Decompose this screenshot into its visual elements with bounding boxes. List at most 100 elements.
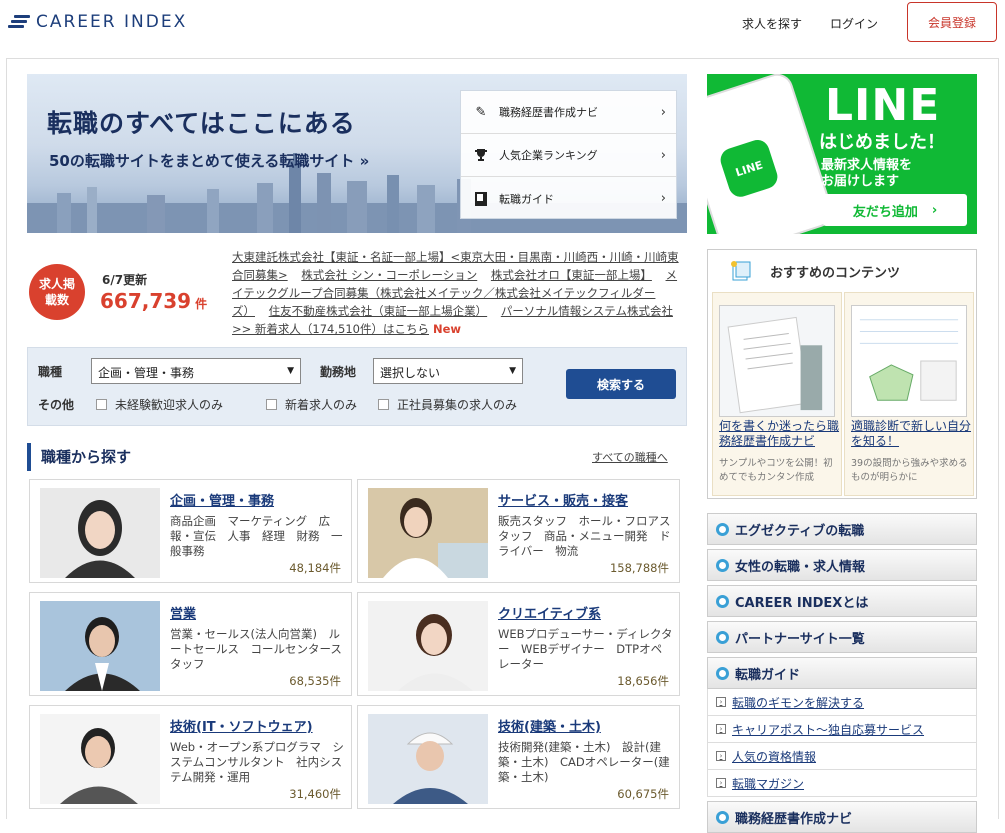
resume-image [719, 305, 835, 417]
line-add-friend-button[interactable]: 友だち追加 › [823, 194, 967, 226]
guide-sub-label: 転職マガジン [732, 776, 805, 791]
side-menu-label: 女性の転職・求人情報 [735, 559, 866, 575]
job-card-count: 158,788件 [609, 561, 669, 575]
bullet-icon [716, 558, 729, 572]
hero-menu-ranking[interactable]: 人気企業ランキング › [461, 134, 676, 177]
company-link[interactable]: 株式会社 シン・コーポレーション [301, 268, 477, 282]
logo-text: CAREER INDEX [36, 12, 188, 32]
badge-label: 求人掲載数 [39, 277, 76, 307]
nav-find-jobs[interactable]: 求人を探す [742, 15, 802, 32]
all-job-types-link[interactable]: すべての職種へ [592, 449, 668, 465]
hero-menu-resume-navi[interactable]: ✎ 職務経歴書作成ナビ › [461, 91, 676, 134]
line-subtext: 最新求人情報を お届けします [821, 158, 912, 190]
job-card-title[interactable]: クリエイティブ系 [498, 603, 601, 622]
hero-title: 転職のすべてはここにある [47, 109, 356, 138]
location-select[interactable]: 選択しない ▼ [373, 358, 523, 384]
hero-menu-guide[interactable]: 転職ガイド › [461, 177, 676, 220]
job-photo [40, 488, 160, 578]
job-card[interactable]: 営業 営業・セールス(法人向営業) ルートセールス コールセンタースタッフ 68… [29, 592, 352, 696]
side-menu-guide[interactable]: 転職ガイド [707, 657, 977, 689]
job-card[interactable]: 企画・管理・事務 商品企画 マーケティング 広報・宣伝 人事 経理 財務 一般事… [29, 479, 352, 583]
checkbox[interactable] [266, 399, 277, 410]
job-card[interactable]: 技術(建築・土木) 技術開発(建築・土木) 設計(建築・土木) CADオペレータ… [357, 705, 680, 809]
hero-menu: ✎ 職務経歴書作成ナビ › 人気企業ランキング › 転職ガイド › [460, 90, 677, 219]
side-menu-partners[interactable]: パートナーサイト一覧 [707, 621, 977, 653]
job-card-desc: 商品企画 マーケティング 広報・宣伝 人事 経理 財務 一般事務 [170, 514, 343, 558]
nav-login[interactable]: ログイン [830, 15, 878, 32]
checkbox-inexperienced[interactable]: 未経験歓迎求人のみ [96, 396, 223, 413]
logo[interactable]: CAREER INDEX [8, 12, 187, 32]
recommended-title: おすすめのコンテンツ [770, 265, 901, 281]
checkbox[interactable] [378, 399, 389, 410]
side-menu-about[interactable]: CAREER INDEXとは [707, 585, 977, 617]
guide-sub-link[interactable]: › 転職マガジン [707, 770, 977, 797]
line-subtext-2: お届けします [821, 174, 900, 189]
arrow-box-icon: › [716, 751, 726, 761]
job-photo [40, 714, 160, 804]
recommend-title[interactable]: 何を書くか迷ったら職務経歴書作成ナビ [719, 419, 839, 449]
hero-menu-label: 人気企業ランキング [499, 149, 598, 162]
search-button[interactable]: 検索する [566, 369, 676, 399]
checkbox-fulltime[interactable]: 正社員募集の求人のみ [378, 396, 517, 413]
line-subtext-1: 最新求人情報を [821, 158, 913, 173]
job-photo [40, 601, 160, 691]
job-card-count: 48,184件 [289, 561, 341, 575]
chevron-right-icon: › [931, 202, 938, 218]
count-value: 667,739 [100, 289, 192, 313]
bullet-icon [716, 522, 729, 536]
job-card-count: 31,460件 [289, 787, 341, 801]
guide-sub-link[interactable]: › 人気の資格情報 [707, 743, 977, 770]
job-type-select[interactable]: 企画・管理・事務 ▼ [91, 358, 301, 384]
arrow-box-icon: › [716, 697, 726, 707]
company-link[interactable]: 株式会社オロ【東証一部上場】 [491, 268, 652, 282]
bullet-icon [716, 666, 729, 680]
guide-sub-label: 転職のギモンを解決する [732, 695, 865, 710]
job-type-value: 企画・管理・事務 [98, 366, 195, 380]
hero-subtitle-link[interactable]: 50の転職サイトをまとめて使える転職サイト » [49, 150, 369, 171]
recommend-card[interactable]: 適職診断で新しい自分を知る！ 39の設問から強みや求めるものが明らかに [844, 292, 974, 496]
dropdown-arrow-icon: ▼ [287, 366, 294, 376]
listing-count: 667,739 件 [100, 289, 207, 313]
checkbox-new-only[interactable]: 新着求人のみ [266, 396, 357, 413]
new-jobs-link[interactable]: >> 新着求人（174,510件）はこちら [232, 322, 429, 336]
dropdown-arrow-icon: ▼ [509, 366, 516, 376]
line-banner[interactable]: LINE LINE はじめました！ 最新求人情報を お届けします 友だち追加 › [707, 74, 977, 234]
chevron-right-icon: › [660, 147, 666, 163]
bullet-icon [716, 630, 729, 644]
job-card[interactable]: クリエイティブ系 WEBプロデューサー・ディレクター WEBデザイナー DTPオ… [357, 592, 680, 696]
job-card[interactable]: サービス・販売・接客 販売スタッフ ホール・フロアスタッフ 商品・メニュー開発 … [357, 479, 680, 583]
bullet-icon [716, 594, 729, 608]
job-card-title[interactable]: 企画・管理・事務 [170, 490, 274, 509]
recommend-card[interactable]: 何を書くか迷ったら職務経歴書作成ナビ サンプルやコツを公開！初めてでもカンタン作… [712, 292, 842, 496]
new-badge: New [432, 322, 462, 336]
company-link[interactable]: 住友不動産株式会社（東証一部上場企業） [269, 304, 488, 318]
job-card-title[interactable]: 技術(IT・ソフトウェア) [170, 716, 313, 735]
logo-icon [8, 15, 30, 29]
job-card-title[interactable]: 営業 [170, 603, 196, 622]
arrow-box-icon: › [716, 724, 726, 734]
job-card[interactable]: 技術(IT・ソフトウェア) Web・オープン系プログラマ システムコンサルタント… [29, 705, 352, 809]
line-button-label: 友だち追加 [852, 204, 918, 220]
job-card-title[interactable]: サービス・販売・接客 [498, 490, 628, 509]
recommend-desc: サンプルやコツを公開！初めてでもカンタン作成 [719, 458, 833, 483]
recommend-title[interactable]: 適職診断で新しい自分を知る！ [851, 419, 971, 449]
side-menu-resume-navi[interactable]: 職務経歴書作成ナビ [707, 801, 977, 833]
guide-sub-link[interactable]: › 転職のギモンを解決する [707, 689, 977, 716]
job-card-count: 60,675件 [617, 787, 669, 801]
recommend-desc: 39の設問から強みや求めるものが明らかに [851, 458, 968, 483]
checkbox-label: 正社員募集の求人のみ [397, 398, 518, 412]
side-menu-label: エグゼクティブの転職 [735, 523, 865, 539]
side-menu-women[interactable]: 女性の転職・求人情報 [707, 549, 977, 581]
hero-menu-label: 転職ガイド [499, 192, 554, 206]
location-label: 勤務地 [320, 365, 357, 379]
checkbox[interactable] [96, 399, 107, 410]
checkbox-label: 未経験歓迎求人のみ [115, 398, 224, 412]
hero-menu-label: 職務経歴書作成ナビ [499, 106, 598, 119]
guide-sub-link[interactable]: › キャリアポスト〜独自応募サービス [707, 716, 977, 743]
job-card-title[interactable]: 技術(建築・土木) [498, 716, 601, 735]
company-link[interactable]: パーソナル情報システム株式会社 [501, 304, 673, 318]
side-menu-executive[interactable]: エグゼクティブの転職 [707, 513, 977, 545]
job-card-count: 68,535件 [289, 674, 341, 688]
diagnosis-image [851, 305, 967, 417]
register-button[interactable]: 会員登録 [907, 2, 997, 42]
